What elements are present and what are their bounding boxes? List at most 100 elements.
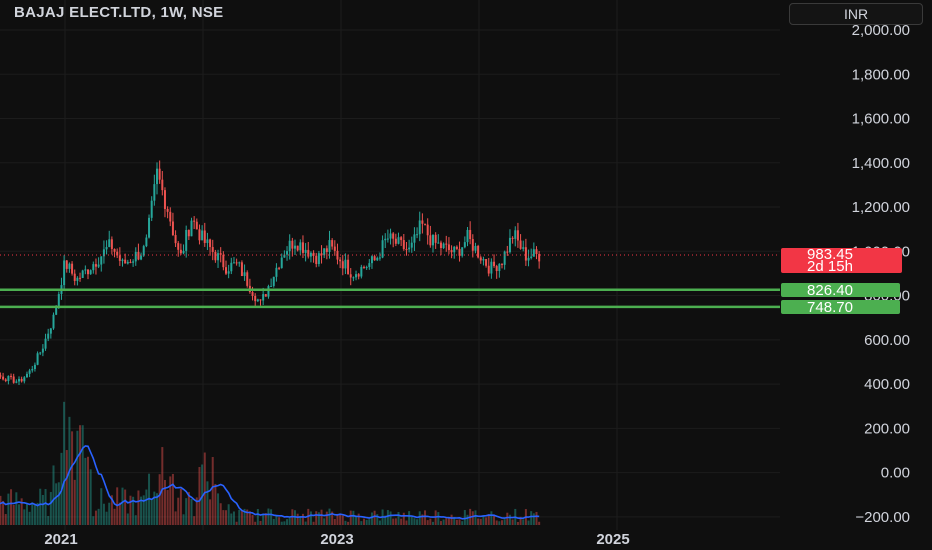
volume-bar	[44, 489, 47, 525]
candle-body	[381, 240, 384, 258]
volume-bar	[503, 519, 506, 525]
candle-body	[124, 259, 127, 264]
candle-body	[12, 376, 15, 383]
candle-body	[363, 266, 365, 268]
volume-bar	[217, 493, 220, 525]
candle-body	[134, 251, 137, 262]
volume-bar	[280, 521, 283, 525]
candle-body	[344, 259, 347, 269]
volume-bar	[259, 520, 262, 525]
candle-body	[243, 272, 246, 277]
candle-body	[87, 269, 89, 275]
volume-bar	[400, 518, 403, 525]
y-tick-label: 200.00	[864, 420, 910, 437]
candle-body	[262, 294, 265, 301]
volume-bar	[10, 489, 13, 525]
candle-body	[368, 263, 371, 268]
y-tick-label: 600.00	[864, 332, 910, 349]
candle-body	[360, 266, 363, 277]
volume-bar	[100, 488, 103, 525]
price-chart[interactable]: 2,000.001,800.001,600.001,400.001,200.00…	[0, 0, 932, 550]
candle-body	[47, 333, 50, 339]
candle-body	[527, 257, 530, 261]
countdown-label: 2d 15h	[807, 258, 853, 275]
volume-bar	[163, 479, 166, 525]
volume-bar	[206, 481, 209, 525]
candle-body	[201, 230, 204, 241]
candle-body	[264, 294, 267, 297]
volume-bar	[328, 508, 331, 525]
candle-body	[392, 233, 395, 239]
candle-body	[278, 267, 281, 269]
volume-bar	[227, 504, 230, 525]
volume-bar	[341, 515, 344, 525]
candle-body	[15, 381, 18, 383]
candle-body	[182, 250, 185, 254]
volume-bar	[89, 469, 92, 525]
candle-body	[445, 243, 448, 245]
volume-bar	[214, 483, 217, 525]
volume-bar	[94, 510, 97, 525]
volume-bar	[418, 511, 421, 525]
volume-bar	[365, 519, 368, 525]
chart-background	[0, 0, 932, 550]
candle-body	[429, 235, 432, 246]
volume-bar	[76, 430, 79, 525]
volume-bar	[177, 497, 180, 525]
candle-body	[402, 240, 405, 250]
volume-bar	[424, 510, 427, 525]
volume-bar	[87, 456, 89, 525]
candle-body	[166, 208, 169, 212]
volume-bar	[232, 511, 235, 525]
volume-bar	[538, 521, 541, 525]
volume-bar	[108, 502, 111, 525]
volume-bar	[373, 510, 376, 525]
volume-bar	[363, 518, 365, 525]
candle-body	[110, 239, 113, 249]
volume-bar	[392, 518, 395, 525]
candle-body	[532, 249, 535, 257]
candle-body	[299, 242, 302, 251]
candle-body	[286, 251, 289, 255]
volume-bar	[41, 494, 44, 525]
candle-body	[39, 352, 42, 354]
candle-body	[185, 230, 188, 251]
candle-body	[177, 243, 180, 250]
candle-body	[516, 230, 519, 241]
candle-body	[514, 230, 517, 239]
candle-body	[174, 235, 177, 244]
candle-body	[108, 239, 111, 248]
volume-bar	[105, 511, 108, 525]
volume-bar	[522, 519, 525, 525]
candle-body	[461, 247, 464, 256]
volume-bar	[378, 520, 381, 525]
candle-body	[256, 299, 259, 302]
y-tick-label: 400.00	[864, 376, 910, 393]
candle-body	[349, 274, 352, 278]
candle-body	[328, 240, 331, 252]
candle-body	[2, 376, 5, 380]
volume-bar	[458, 519, 461, 525]
candle-body	[92, 264, 95, 271]
candle-body	[410, 242, 413, 248]
y-tick-label: 0.00	[881, 465, 910, 482]
candle-body	[156, 168, 158, 185]
volume-bar	[296, 513, 299, 525]
candle-body	[503, 251, 506, 265]
candle-body	[413, 234, 416, 243]
volume-bar	[386, 510, 389, 525]
volume-bar	[124, 489, 127, 525]
volume-bar	[129, 495, 132, 525]
candle-body	[511, 237, 514, 239]
candle-body	[25, 373, 28, 378]
volume-bar	[39, 488, 42, 525]
candle-body	[142, 246, 145, 256]
candle-body	[240, 262, 243, 277]
candle-body	[416, 234, 419, 236]
volume-bar	[161, 447, 164, 525]
currency-selector[interactable]: INR	[789, 3, 923, 25]
candle-body	[267, 286, 270, 297]
volume-bar	[235, 521, 238, 525]
volume-bar	[222, 510, 225, 525]
volume-bar	[410, 516, 413, 525]
